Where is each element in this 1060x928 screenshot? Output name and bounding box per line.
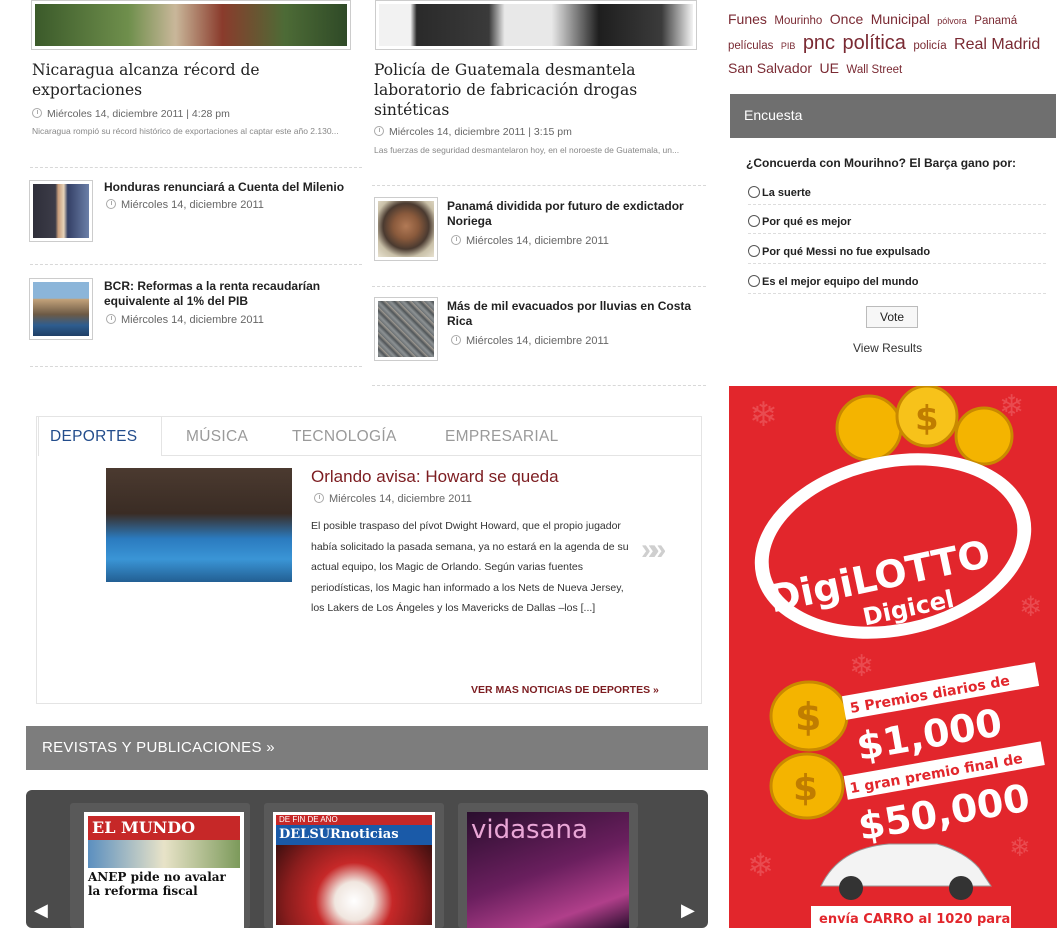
tag-link[interactable]: Panamá xyxy=(974,15,1017,27)
tag-cloud: Funes Mourinho Once Municipal pólvora Pa… xyxy=(728,8,1058,81)
tag-link[interactable]: San Salvador xyxy=(728,60,812,76)
svg-text:❄: ❄ xyxy=(749,395,778,435)
poll-question: ¿Concuerda con Mourihno? El Barça gano p… xyxy=(746,156,1017,170)
divider xyxy=(372,185,706,186)
thumb-bcr[interactable] xyxy=(29,278,93,340)
cover-masthead: EL MUNDO xyxy=(88,816,240,840)
news-photo-guatemala[interactable] xyxy=(375,0,697,50)
magazine-cover-el-mundo[interactable]: EL MUNDO ANEP pide no avalar la reforma … xyxy=(84,812,244,928)
date-guatemala: Miércoles 14, diciembre 2011 | 3:15 pm xyxy=(374,126,572,138)
svg-text:$: $ xyxy=(795,695,821,739)
item-costa-rica-date: Miércoles 14, diciembre 2011 xyxy=(451,335,609,347)
item-bcr-date: Miércoles 14, diciembre 2011 xyxy=(106,314,264,326)
tag-link[interactable]: policía xyxy=(913,40,946,52)
headline-nicaragua[interactable]: Nicaragua alcanza récord de exportacione… xyxy=(32,60,332,100)
radio-button[interactable] xyxy=(748,215,760,227)
tag-link[interactable]: Municipal xyxy=(871,11,930,27)
divider xyxy=(30,264,362,265)
feature-date: Miércoles 14, diciembre 2011 xyxy=(314,493,472,505)
tag-link[interactable]: PIB xyxy=(781,41,796,51)
radio-button[interactable] xyxy=(748,186,760,198)
cover-headline: ANEP pide no avalar la reforma fiscal xyxy=(88,870,226,898)
tag-link[interactable]: películas xyxy=(728,40,773,52)
ad-graphic: ❄ ❄ ❄ ❄ ❄ ❄ $ DigiLOTTO Digicel $ $ 5 Pr… xyxy=(747,386,1045,928)
cover-kicker: DE FIN DE AÑO xyxy=(276,815,432,825)
tab-tecnologia[interactable]: TECNOLOGÍA xyxy=(292,428,397,446)
item-noriega-title[interactable]: Panamá dividida por futuro de exdictador… xyxy=(447,199,707,229)
divider xyxy=(372,286,706,287)
cover-masthead: vidasana xyxy=(471,815,588,845)
svg-text:envía CARRO al 1020 para: envía CARRO al 1020 para xyxy=(819,912,1010,927)
tag-link[interactable]: UE xyxy=(820,60,839,76)
tab-empresarial[interactable]: EMPRESARIAL xyxy=(445,428,559,446)
tag-link[interactable]: política xyxy=(843,32,906,54)
coin-icons: $ xyxy=(835,386,1014,466)
divider xyxy=(30,366,362,367)
clock-icon xyxy=(314,493,324,503)
page: Nicaragua alcanza récord de exportacione… xyxy=(0,0,1060,928)
tag-link[interactable]: pnc xyxy=(803,32,835,54)
radio-button[interactable] xyxy=(748,275,760,287)
feature-title[interactable]: Orlando avisa: Howard se queda xyxy=(311,467,559,487)
item-honduras-title[interactable]: Honduras renunciará a Cuenta del Milenio xyxy=(104,180,364,195)
radio-button[interactable] xyxy=(748,245,760,257)
svg-text:❄: ❄ xyxy=(747,846,774,884)
headline-guatemala[interactable]: Policía de Guatemala desmantela laborato… xyxy=(374,60,694,120)
date-nicaragua: Miércoles 14, diciembre 2011 | 4:28 pm xyxy=(32,108,230,120)
poll-option-2[interactable]: Por qué es mejor xyxy=(748,215,1046,234)
tag-link[interactable]: Once xyxy=(830,11,863,27)
tag-link[interactable]: Real Madrid xyxy=(954,36,1040,53)
magazines-header[interactable]: REVISTAS Y PUBLICACIONES » xyxy=(26,726,708,770)
thumb-costa-rica[interactable] xyxy=(374,297,438,361)
thumb-noriega[interactable] xyxy=(374,197,438,261)
clock-icon xyxy=(451,235,461,245)
clock-icon xyxy=(374,126,384,136)
cover-masthead: DELSURnoticias xyxy=(276,825,432,845)
magazine-cover-vidasana[interactable]: vidasana xyxy=(467,812,629,928)
item-noriega-date: Miércoles 14, diciembre 2011 xyxy=(451,235,609,247)
digilotto-ad[interactable]: ❄ ❄ ❄ ❄ ❄ ❄ $ DigiLOTTO Digicel $ $ 5 Pr… xyxy=(729,386,1057,928)
carousel-prev-icon[interactable]: ◀ xyxy=(34,900,48,921)
clock-icon xyxy=(106,314,116,324)
news-photo-nicaragua[interactable] xyxy=(31,0,351,50)
carousel-next-icon[interactable]: ▶ xyxy=(681,900,695,921)
svg-text:$: $ xyxy=(793,768,818,809)
car-icon xyxy=(820,843,992,900)
excerpt-guatemala: Las fuerzas de seguridad desmantelaron h… xyxy=(374,145,680,155)
tag-link[interactable]: pólvora xyxy=(937,16,967,26)
clock-icon xyxy=(451,335,461,345)
excerpt-nicaragua: Nicaragua rompió su récord histórico de … xyxy=(32,126,339,136)
feature-photo[interactable] xyxy=(106,468,292,582)
svg-text:$: $ xyxy=(915,399,939,439)
tab-deportes[interactable]: DEPORTES xyxy=(50,428,137,446)
tab-musica[interactable]: MÚSICA xyxy=(186,428,248,446)
tag-link[interactable]: Mourinho xyxy=(774,15,822,27)
poll-header: Encuesta xyxy=(730,94,1056,138)
magazine-cover-delsur[interactable]: DE FIN DE AÑO DELSURnoticias xyxy=(273,812,435,928)
item-costa-rica-title[interactable]: Más de mil evacuados por lluvias en Cost… xyxy=(447,299,707,329)
clock-icon xyxy=(32,108,42,118)
svg-text:❄: ❄ xyxy=(849,649,874,684)
poll-option-3[interactable]: Por qué Messi no fue expulsado xyxy=(748,245,1046,264)
svg-text:❄: ❄ xyxy=(1009,833,1031,863)
thumb-honduras[interactable] xyxy=(29,180,93,242)
tag-link[interactable]: Funes xyxy=(728,11,767,27)
svg-text:❄: ❄ xyxy=(1019,590,1042,623)
clock-icon xyxy=(106,199,116,209)
vote-button[interactable]: Vote xyxy=(866,306,918,328)
tag-link[interactable]: Wall Street xyxy=(846,64,902,76)
feature-text: El posible traspaso del pívot Dwight How… xyxy=(311,520,629,614)
item-honduras-date: Miércoles 14, diciembre 2011 xyxy=(106,199,264,211)
poll-option-1[interactable]: La suerte xyxy=(748,186,1046,205)
view-results-link[interactable]: View Results xyxy=(853,341,922,355)
divider xyxy=(30,167,362,168)
tab-divider xyxy=(162,455,702,456)
divider xyxy=(372,385,706,386)
next-arrow-icon[interactable]: »» xyxy=(641,533,667,567)
more-sports-link[interactable]: VER MAS NOTICIAS DE DEPORTES » xyxy=(471,684,659,696)
item-bcr-title[interactable]: BCR: Reformas a la renta recaudarían equ… xyxy=(104,279,354,309)
poll-option-4[interactable]: Es el mejor equipo del mundo xyxy=(748,275,1046,294)
